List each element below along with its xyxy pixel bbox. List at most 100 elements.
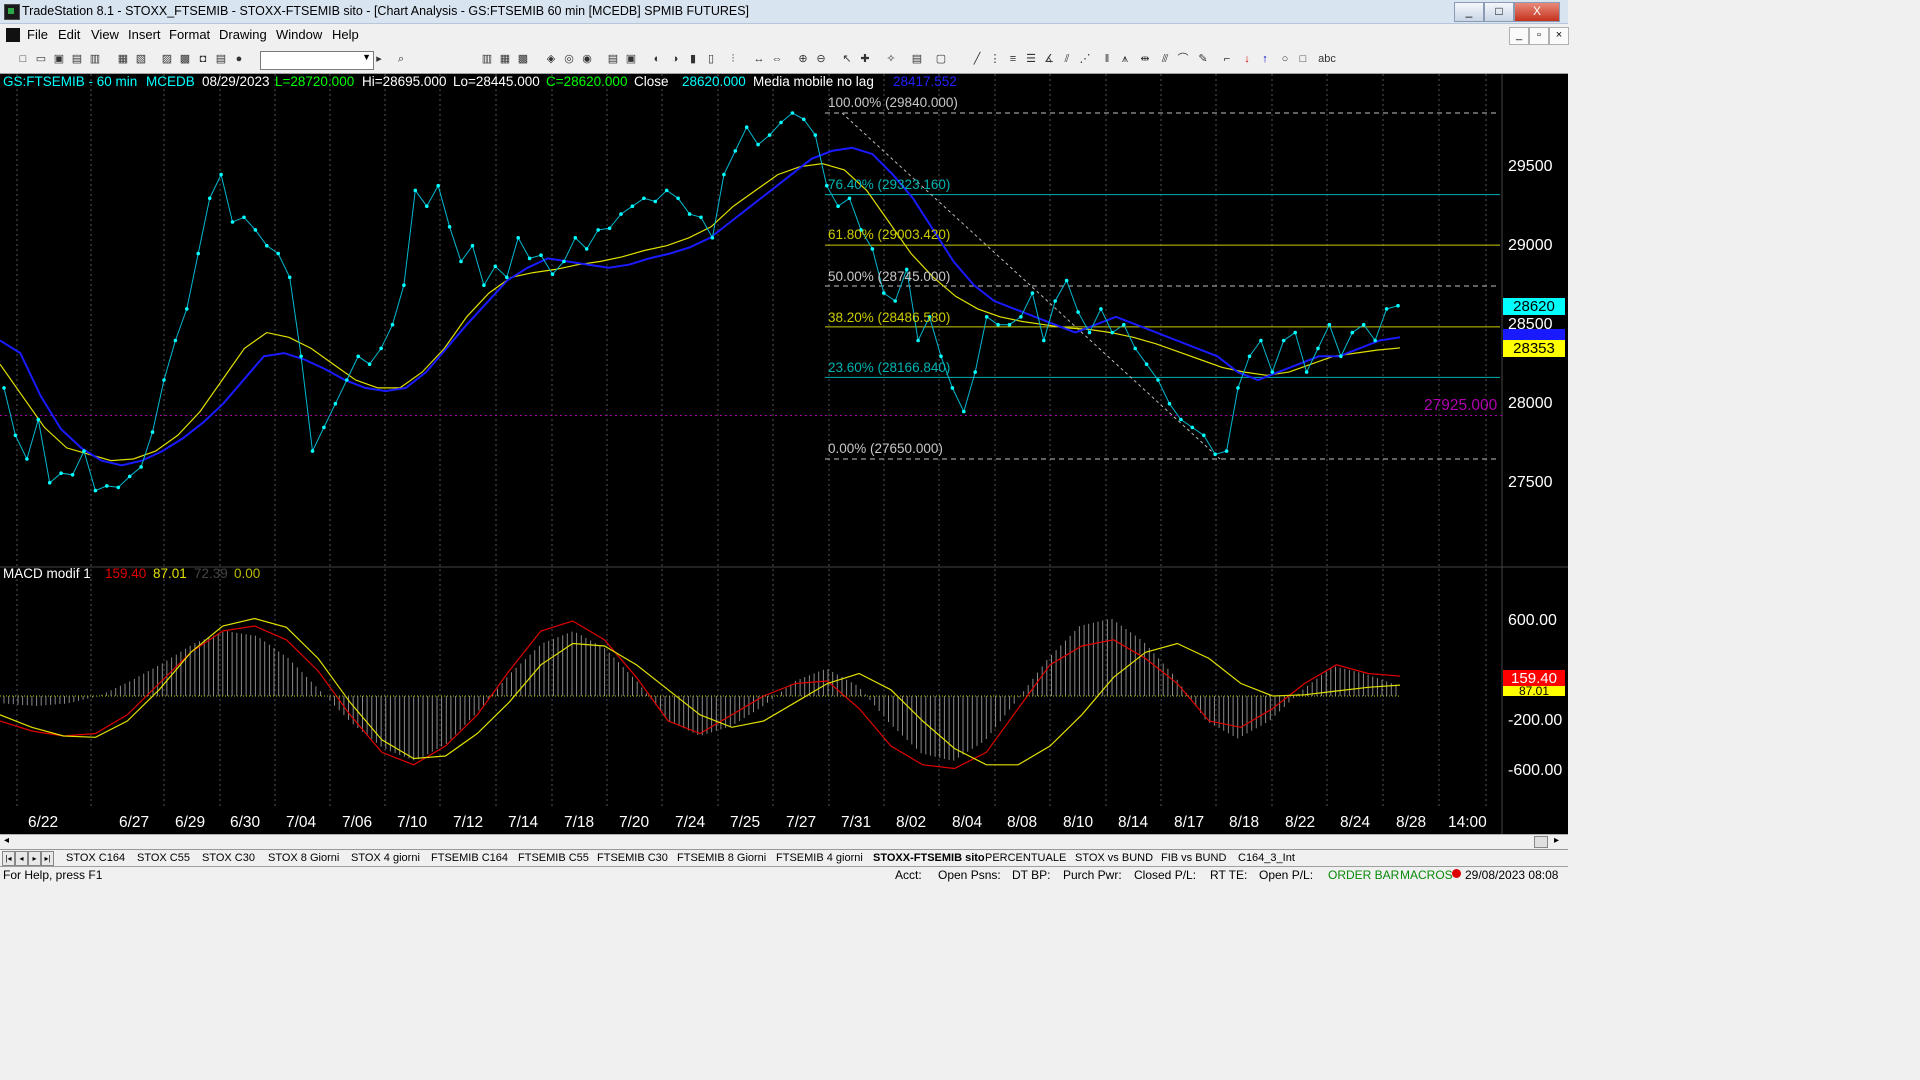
macros-button[interactable]: MACROS bbox=[1400, 868, 1453, 882]
menu-format[interactable]: Format bbox=[169, 27, 210, 42]
trendline-icon[interactable]: ╱ bbox=[970, 52, 984, 66]
properties-icon[interactable]: ▤ bbox=[910, 52, 924, 66]
tab-c164-3-int[interactable]: C164_3_Int bbox=[1238, 851, 1295, 865]
ellipse-icon[interactable]: ○ bbox=[1278, 52, 1292, 66]
tab-ftsemib-c164[interactable]: FTSEMIB C164 bbox=[431, 851, 508, 865]
tools-icon[interactable]: ✧ bbox=[884, 52, 898, 66]
gann-fan-icon[interactable]: ∡ bbox=[1042, 52, 1056, 66]
save-icon[interactable]: ▣ bbox=[52, 52, 66, 66]
zoom-in-icon[interactable]: ⊕ bbox=[796, 52, 810, 66]
rectangle-icon[interactable]: □ bbox=[1296, 52, 1310, 66]
tab-percentuale[interactable]: PERCENTUALE bbox=[985, 851, 1066, 865]
menu-help[interactable]: Help bbox=[332, 27, 359, 42]
zoom-out-icon[interactable]: ⊖ bbox=[814, 52, 828, 66]
matrix-icon[interactable]: ▤ bbox=[606, 52, 620, 66]
menu-insert[interactable]: Insert bbox=[128, 27, 161, 42]
order-bar-button[interactable]: ORDER BAR bbox=[1328, 868, 1399, 882]
open-icon[interactable]: ▭ bbox=[34, 52, 48, 66]
parallel-lines-icon[interactable]: ⫻ bbox=[1158, 52, 1172, 66]
scanner-icon[interactable]: ◎ bbox=[562, 52, 576, 66]
print-preview-icon[interactable]: ▧ bbox=[134, 52, 148, 66]
tab-stoxx-ftsemib-sito[interactable]: STOXX-FTSEMIB sito bbox=[873, 851, 985, 865]
maximize-button[interactable]: □ bbox=[1484, 2, 1514, 22]
tab-stox-vs-bund[interactable]: STOX vs BUND bbox=[1075, 851, 1153, 865]
scroll-icon[interactable]: ⇔ bbox=[770, 52, 784, 66]
tab-first-icon[interactable]: |◂ bbox=[2, 851, 15, 866]
easylanguage-icon[interactable]: ▮ bbox=[686, 52, 700, 66]
menu-drawing[interactable]: Drawing bbox=[219, 27, 267, 42]
new-icon[interactable]: □ bbox=[16, 52, 30, 66]
text-icon[interactable]: abc bbox=[1316, 52, 1338, 66]
paste-icon[interactable]: ▤ bbox=[214, 52, 228, 66]
open-workspace-icon[interactable]: ▥ bbox=[88, 52, 102, 66]
mdi-restore-button[interactable]: ▫ bbox=[1529, 27, 1549, 45]
tab-stox-c30[interactable]: STOX C30 bbox=[202, 851, 255, 865]
pointer-icon[interactable]: ↖ bbox=[840, 52, 854, 66]
bar-chart-icon[interactable]: ▥ bbox=[480, 52, 494, 66]
mdi-minimize-button[interactable]: _ bbox=[1509, 27, 1529, 45]
grid-icon[interactable]: ▩ bbox=[516, 52, 530, 66]
tab-ftsemib-c30[interactable]: FTSEMIB C30 bbox=[597, 851, 668, 865]
menu-edit[interactable]: Edit bbox=[58, 27, 80, 42]
fib-retracement-icon[interactable]: ☰ bbox=[1024, 52, 1038, 66]
chevron-down-icon[interactable]: ▼ bbox=[362, 52, 371, 62]
print-icon[interactable]: ▦ bbox=[116, 52, 130, 66]
arc-icon[interactable]: ⌒ bbox=[1176, 52, 1190, 66]
bars-icon[interactable]: ⫶ bbox=[726, 52, 740, 66]
arrow-right-icon[interactable]: ▸ bbox=[372, 52, 386, 66]
menu-window[interactable]: Window bbox=[276, 27, 322, 42]
pencil-icon[interactable]: ✎ bbox=[1196, 52, 1210, 66]
tab-next-icon[interactable]: ▸ bbox=[28, 851, 41, 866]
delete-icon[interactable]: ▢ bbox=[934, 52, 948, 66]
andrews-pitchfork-icon[interactable]: ⩚ bbox=[1118, 52, 1132, 66]
menu-file[interactable]: File bbox=[27, 27, 48, 42]
chart-area[interactable]: GS:FTSEMIB - 60 min MCEDB 08/29/2023 L=2… bbox=[0, 74, 1568, 834]
tab-last-icon[interactable]: ▸| bbox=[41, 851, 54, 866]
channel-icon[interactable]: ≡ bbox=[1006, 52, 1020, 66]
tab-stox-4-giorni[interactable]: STOX 4 giorni bbox=[351, 851, 420, 865]
tab-ftsemib-c55[interactable]: FTSEMIB C55 bbox=[518, 851, 589, 865]
optionstation-icon[interactable]: ◉ bbox=[580, 52, 594, 66]
scroll-right-icon[interactable]: ▸ bbox=[1554, 835, 1559, 846]
analysis-icon[interactable]: ▯ bbox=[704, 52, 718, 66]
fib-time-zones-icon[interactable]: ‖ bbox=[1100, 52, 1114, 66]
symbol-combo[interactable]: ▼ bbox=[260, 51, 374, 70]
tab-fib-vs-bund[interactable]: FIB vs BUND bbox=[1161, 851, 1226, 865]
tab-ftsemib-4-giorni[interactable]: FTSEMIB 4 giorni bbox=[776, 851, 863, 865]
curve-icon[interactable]: ⌐ bbox=[1220, 52, 1234, 66]
tab-stox-8-giorni[interactable]: STOX 8 Giorni bbox=[268, 851, 339, 865]
scroll-thumb[interactable] bbox=[1534, 836, 1548, 848]
horizontal-scrollbar[interactable]: ◂ ▸ bbox=[0, 834, 1568, 849]
copy-icon[interactable]: ▩ bbox=[178, 52, 192, 66]
chart-canvas[interactable] bbox=[0, 74, 1568, 834]
color-icon[interactable]: ● bbox=[232, 52, 246, 66]
horizontal-line-icon[interactable]: ⋮ bbox=[988, 52, 1002, 66]
tab-stox-c164[interactable]: STOX C164 bbox=[66, 851, 125, 865]
indicator-icon[interactable]: ◐ bbox=[650, 52, 664, 66]
tab-prev-icon[interactable]: ◂ bbox=[15, 851, 28, 866]
radar-icon[interactable]: ◈ bbox=[544, 52, 558, 66]
strategy-icon[interactable]: ◑ bbox=[668, 52, 682, 66]
speed-lines-icon[interactable]: ⫽ bbox=[1060, 52, 1074, 66]
minimize-button[interactable]: _ bbox=[1454, 2, 1484, 22]
chart-window-icon[interactable] bbox=[6, 28, 20, 42]
fib-fan-icon[interactable]: ⋰ bbox=[1078, 52, 1092, 66]
arrow-down-icon[interactable]: ↓ bbox=[1240, 52, 1254, 66]
lock-icon[interactable]: ◘ bbox=[196, 52, 210, 66]
crosshair-icon[interactable]: ✚ bbox=[858, 52, 872, 66]
new-workspace-icon[interactable]: ▤ bbox=[70, 52, 84, 66]
tab-ftsemib-8-giorni[interactable]: FTSEMIB 8 Giorni bbox=[677, 851, 766, 865]
table-icon[interactable]: ▦ bbox=[498, 52, 512, 66]
tab-stox-c55[interactable]: STOX C55 bbox=[137, 851, 190, 865]
close-button[interactable]: X bbox=[1514, 2, 1560, 22]
find-icon[interactable]: ⌕ bbox=[394, 52, 408, 66]
app-icon[interactable] bbox=[4, 4, 20, 20]
portfolio-icon[interactable]: ▣ bbox=[624, 52, 638, 66]
cut-icon[interactable]: ▨ bbox=[160, 52, 174, 66]
mdi-close-button[interactable]: × bbox=[1549, 27, 1569, 45]
scroll-left-icon[interactable]: ◂ bbox=[4, 835, 9, 846]
arrow-up-icon[interactable]: ↑ bbox=[1258, 52, 1272, 66]
regression-icon[interactable]: ⇹ bbox=[1138, 52, 1152, 66]
bar-spacing-icon[interactable]: ↔ bbox=[752, 52, 766, 66]
menu-view[interactable]: View bbox=[91, 27, 119, 42]
